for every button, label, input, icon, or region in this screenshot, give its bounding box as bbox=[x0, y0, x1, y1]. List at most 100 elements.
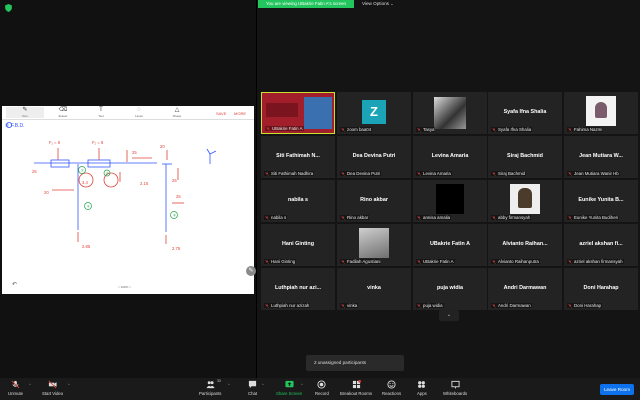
participant-tile[interactable]: Andri Darmawan Andri Darmawan bbox=[488, 268, 562, 310]
participant-tile[interactable]: annisa amalia bbox=[413, 180, 487, 222]
participant-name-label: Eunike Yunita Budiheri bbox=[567, 215, 620, 220]
participant-name-label: azriel akshan firmansyah bbox=[567, 259, 624, 264]
lasso-icon: ◌ bbox=[137, 107, 141, 113]
participant-tile[interactable]: Fahima Nazmi bbox=[564, 92, 638, 134]
chevron-down-icon: ⌄ bbox=[446, 312, 452, 318]
person-figure bbox=[518, 188, 532, 208]
gallery-view: You are viewing UBakrie Fatin A's screen… bbox=[257, 0, 640, 378]
participant-display-name: UBakrie Fatin A bbox=[430, 241, 470, 247]
wb-tool-text[interactable]: T Text bbox=[82, 107, 120, 118]
participant-tile[interactable]: Dea Devina Putri Dea Devina Putri bbox=[337, 136, 411, 178]
participant-tile[interactable]: Siraj Bachmid Siraj Bachmid bbox=[488, 136, 562, 178]
participants-icon bbox=[206, 381, 215, 389]
text-icon: T bbox=[99, 107, 103, 113]
participant-tile[interactable]: Luthpiah nur azi... Luthpiah nur azizah bbox=[261, 268, 335, 310]
reactions-button[interactable]: Reactions bbox=[382, 380, 401, 396]
participant-tile[interactable]: Syafa Ifna Shalia Syafa Ifna Shalia bbox=[488, 92, 562, 134]
chevron-down-icon: ⌄ bbox=[390, 1, 394, 6]
participant-display-name: Dea Devina Putri bbox=[352, 153, 396, 159]
participant-tile[interactable]: Alvianto Raihan... Alvianto Raihanputra bbox=[488, 224, 562, 266]
participant-tile[interactable]: Hani Ginting Hani Ginting bbox=[261, 224, 335, 266]
wb-zoom-control[interactable]: < 100% > bbox=[118, 285, 131, 289]
mic-muted-icon bbox=[265, 171, 269, 176]
participant-display-name: Levina Amaria bbox=[431, 153, 469, 159]
share-screen-button[interactable]: Share Screen bbox=[276, 380, 302, 396]
participant-tile[interactable]: Doni Harahap Doni Harahap bbox=[564, 268, 638, 310]
mic-muted-icon bbox=[266, 126, 270, 131]
video-options-caret[interactable]: ^ bbox=[68, 383, 70, 387]
shared-screen-pane: ✎ Pen ⌫ Eraser T Text ◌ Lasso △ Shape SA… bbox=[0, 0, 256, 378]
participant-name-label: Jean Mutiara Wanir Hb bbox=[567, 171, 620, 176]
leave-room-button[interactable]: Leave Room bbox=[600, 384, 634, 395]
mic-muted-icon bbox=[341, 303, 345, 308]
breakout-rooms-button[interactable]: Breakout Rooms bbox=[340, 380, 372, 396]
circ-2: ② bbox=[87, 205, 90, 209]
mic-muted-icon bbox=[265, 215, 269, 220]
participant-name-label: Doni Harahap bbox=[567, 303, 603, 308]
label-f: 2.85 bbox=[82, 244, 91, 249]
pencil-icon[interactable]: ✎ bbox=[246, 266, 256, 276]
participant-tile[interactable]: UBakrie Fatin A bbox=[261, 92, 335, 134]
participant-tile[interactable]: azriel akshan fi... azriel akshan firmans… bbox=[564, 224, 638, 266]
start-video-button[interactable]: Start Video bbox=[42, 380, 63, 396]
participant-name-label: Siti Fathimah Nadhira bbox=[264, 171, 315, 176]
chat-button[interactable]: Chat bbox=[248, 380, 257, 396]
participant-photo bbox=[434, 97, 466, 129]
unmute-button[interactable]: Unmute bbox=[8, 380, 23, 396]
mic-muted-icon bbox=[341, 215, 345, 220]
participant-tile[interactable]: Jean Mutiara W... Jean Mutiara Wanir Hb bbox=[564, 136, 638, 178]
participant-tile[interactable]: nabila s nabila s bbox=[261, 180, 335, 222]
wb-save-button[interactable]: SAVE bbox=[216, 111, 226, 116]
participants-caret[interactable]: ^ bbox=[228, 383, 230, 387]
undo-icon[interactable]: ↶ bbox=[12, 281, 17, 288]
mic-muted-icon bbox=[417, 259, 421, 264]
university-logo bbox=[266, 103, 298, 117]
whiteboard[interactable]: ✎ Pen ⌫ Eraser T Text ◌ Lasso △ Shape SA… bbox=[2, 106, 256, 294]
participant-display-name: Siraj Bachmid bbox=[507, 153, 543, 159]
wb-tool-eraser[interactable]: ⌫ Eraser bbox=[44, 107, 82, 118]
participant-name-label: Syafa Ifna Shalia bbox=[491, 127, 533, 132]
participant-name-label: Dea Devina Putri bbox=[340, 171, 382, 176]
mic-muted-icon bbox=[568, 127, 572, 132]
mic-muted-icon bbox=[492, 215, 496, 220]
participant-name-label: Siraj Bachmid bbox=[491, 171, 527, 176]
participant-name-label: Levina Amaria bbox=[416, 171, 452, 176]
label-c: 25 bbox=[172, 178, 177, 183]
mic-muted-icon bbox=[341, 259, 345, 264]
audio-options-caret[interactable]: ^ bbox=[29, 383, 31, 387]
participant-tile[interactable]: Tasya bbox=[413, 92, 487, 134]
label-g: 2.15 bbox=[140, 181, 149, 186]
record-button[interactable]: Record bbox=[315, 380, 329, 396]
participant-tile[interactable]: Fadilah Agustiani bbox=[337, 224, 411, 266]
circ-3: ③ bbox=[173, 214, 176, 218]
participant-display-name: Jean Mutiara W... bbox=[579, 153, 623, 159]
next-page-button[interactable]: ⌄ bbox=[439, 310, 459, 321]
mic-muted-icon bbox=[492, 259, 496, 264]
participant-display-name: Andri Darmawan bbox=[503, 285, 547, 291]
mic-muted-icon bbox=[568, 171, 572, 176]
wb-tool-shape[interactable]: △ Shape bbox=[158, 107, 196, 118]
participant-tile[interactable]: Eunike Yunita B... Eunike Yunita Budiheri bbox=[564, 180, 638, 222]
label-a: 25 bbox=[132, 150, 137, 155]
participant-tile[interactable]: Siti Fathimah N... Siti Fathimah Nadhira bbox=[261, 136, 335, 178]
share-caret[interactable]: ^ bbox=[301, 383, 303, 387]
participant-tile[interactable]: abby firmansyah bbox=[488, 180, 562, 222]
chat-caret[interactable]: ^ bbox=[262, 383, 264, 387]
breakout-rooms-icon bbox=[352, 380, 361, 389]
view-options-button[interactable]: View Options ⌄ bbox=[362, 0, 394, 8]
whiteboards-button[interactable]: Whiteboards bbox=[443, 380, 467, 396]
participant-display-name: Siti Fathimah N... bbox=[276, 153, 320, 159]
mic-muted-icon bbox=[417, 303, 421, 308]
eraser-icon: ⌫ bbox=[58, 107, 68, 113]
participant-tile[interactable]: Rino akbar Rino akbar bbox=[337, 180, 411, 222]
participant-tile[interactable]: Levina Amaria Levina Amaria bbox=[413, 136, 487, 178]
pen-icon: ✎ bbox=[22, 107, 28, 113]
participant-tile[interactable]: puja widia puja widia bbox=[413, 268, 487, 310]
participant-tile[interactable]: vinka vinka bbox=[337, 268, 411, 310]
apps-button[interactable]: Apps bbox=[417, 380, 427, 396]
wb-tool-pen[interactable]: ✎ Pen bbox=[6, 107, 44, 118]
participant-tile[interactable]: Zzoom baa04 bbox=[337, 92, 411, 134]
participant-tile[interactable]: UBakrie Fatin A UBakrie Fatin A bbox=[413, 224, 487, 266]
wb-more-button[interactable]: MORE bbox=[234, 111, 246, 116]
wb-tool-lasso[interactable]: ◌ Lasso bbox=[120, 107, 158, 118]
